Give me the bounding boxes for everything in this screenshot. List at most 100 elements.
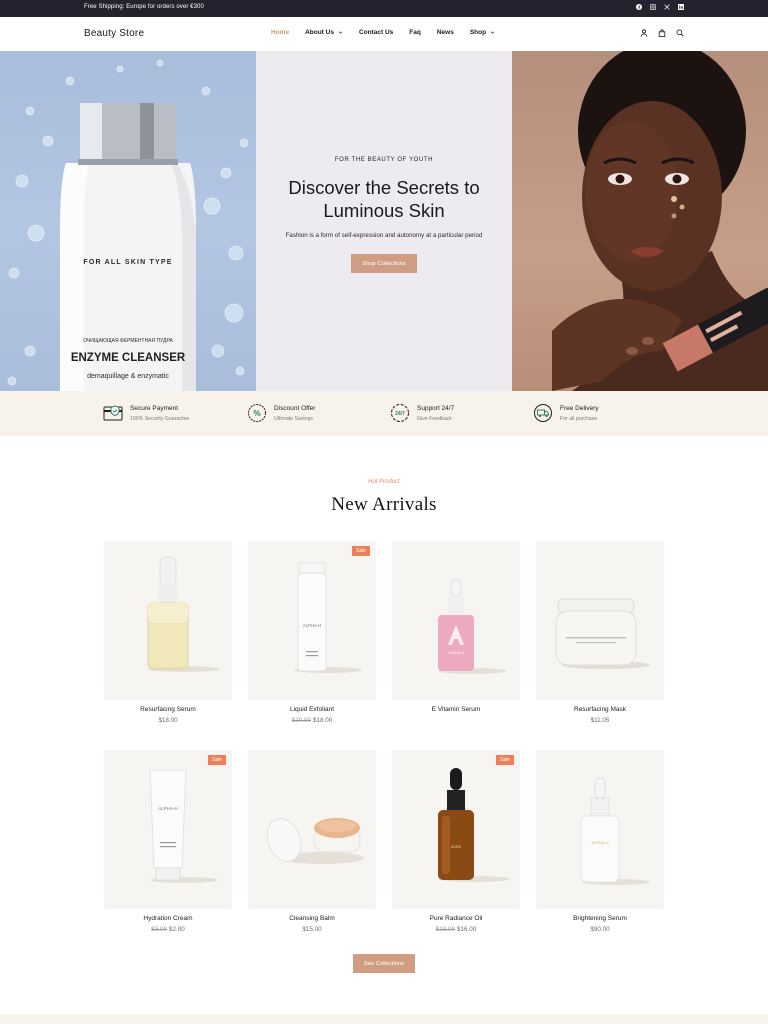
features-strip: Secure Payment 100% Security Guarantee %… bbox=[0, 391, 768, 436]
feature-subtitle: 100% Security Guarantee bbox=[130, 416, 190, 422]
product-name[interactable]: Hydration Cream bbox=[104, 915, 232, 922]
bottle-tagline: FOR ALL SKIN TYPE bbox=[83, 259, 172, 266]
facebook-icon[interactable] bbox=[636, 4, 642, 10]
nav-item-shop[interactable]: Shop bbox=[470, 29, 495, 36]
feature-title: Support 24/7 bbox=[417, 405, 455, 412]
product-name[interactable]: Resurfacing Mask bbox=[536, 706, 664, 713]
product-card[interactable]: ALPHA-H Sale Hydration Cream $3.00 $2.00 bbox=[104, 750, 232, 933]
old-price: $18.00 bbox=[435, 926, 455, 933]
nav-item-label: About Us bbox=[305, 29, 334, 36]
product-card[interactable]: ALPHA-H Sale Liquid Exfoliant $20.00 $18.… bbox=[248, 541, 376, 724]
header-actions bbox=[640, 29, 684, 37]
product-image[interactable]: ALPHA-H bbox=[536, 750, 664, 909]
nav-item-label: Faq bbox=[409, 29, 421, 36]
feature-subtitle: For all purchase bbox=[560, 416, 598, 422]
svg-text:24/7: 24/7 bbox=[395, 411, 405, 417]
chevron-down-icon bbox=[490, 30, 495, 35]
product-image[interactable]: ALPHA-H Sale bbox=[104, 750, 232, 909]
product-card[interactable]: ALPHA-H E Vitamin Serum bbox=[392, 541, 520, 717]
product-name[interactable]: Cleansing Balm bbox=[248, 915, 376, 922]
product-name[interactable]: Resurfacing Serum bbox=[104, 706, 232, 713]
hero-title-line-1: Discover the Secrets to bbox=[288, 177, 480, 198]
feature-free-delivery: Free Delivery For all purchase bbox=[533, 403, 599, 423]
nav-item-contact-us[interactable]: Contact Us bbox=[359, 29, 393, 36]
pump-bottle-illustration: ALPHA-H bbox=[294, 562, 362, 673]
sale-badge: Sale bbox=[352, 546, 370, 556]
nav-item-about-us[interactable]: About Us bbox=[305, 29, 343, 36]
current-price: $18.00 bbox=[313, 717, 333, 724]
nav-item-label: Contact Us bbox=[358, 29, 394, 36]
hero-banner: FOR ALL SKIN TYPE ОЧИЩАЮЩАЯ ФЕРМЕНТНАЯ П… bbox=[0, 51, 768, 391]
product-image[interactable] bbox=[536, 541, 664, 700]
product-name[interactable]: Brightening Serum bbox=[536, 915, 664, 922]
instagram-icon[interactable] bbox=[650, 4, 656, 10]
product-card[interactable]: Resurfacing Serum $18.00 bbox=[104, 541, 232, 724]
x-icon[interactable] bbox=[664, 4, 670, 10]
social-links bbox=[636, 4, 684, 10]
svg-text:ALPHA-H: ALPHA-H bbox=[303, 623, 321, 628]
nav-item-label: Shop bbox=[469, 29, 487, 36]
bag-icon[interactable] bbox=[658, 29, 666, 37]
feature-text: Discount Offer Ultimate Savings bbox=[274, 403, 315, 422]
svg-text:ALPHA-H: ALPHA-H bbox=[448, 651, 464, 655]
current-price: $18.00 bbox=[158, 717, 178, 724]
product-image[interactable] bbox=[248, 750, 376, 909]
secure-payment-icon bbox=[103, 403, 123, 423]
hero-title: Discover the Secrets to Luminous Skin bbox=[256, 176, 512, 222]
shipping-notice: Free Shipping: Europe for orders over €3… bbox=[84, 4, 204, 10]
feature-support: 24/7 Support 24/7 Give Feedback bbox=[390, 403, 454, 423]
pink-dropper-illustration: ALPHA-H bbox=[438, 578, 506, 674]
product-image[interactable]: ALPHA-H Sale bbox=[248, 541, 376, 700]
enzyme-cleanser-bottle-illustration: FOR ALL SKIN TYPE ОЧИЩАЮЩАЯ ФЕРМЕНТНАЯ П… bbox=[7, 59, 249, 391]
amber-oil-bottle-illustration: AURA bbox=[438, 768, 510, 882]
feature-text: Secure Payment 100% Security Guarantee bbox=[130, 403, 189, 422]
jar-illustration bbox=[555, 598, 650, 669]
feature-subtitle: Give Feedback bbox=[417, 416, 452, 422]
product-price: $18.00 $16.00 bbox=[392, 926, 520, 933]
feature-discount-offer: % Discount Offer Ultimate Savings bbox=[247, 403, 315, 423]
search-icon[interactable] bbox=[676, 29, 684, 37]
product-name[interactable]: E Vitamin Serum bbox=[392, 706, 520, 713]
product-name[interactable]: Pure Radiance Oil bbox=[392, 915, 520, 922]
product-card[interactable]: ALPHA-H Brightening Serum $90.00 bbox=[536, 750, 664, 933]
section-eyebrow: Hot Product bbox=[368, 479, 400, 485]
site-logo[interactable]: Beauty Store bbox=[84, 28, 144, 39]
feature-subtitle: Ultimate Savings bbox=[274, 416, 313, 422]
balm-jar-illustration bbox=[266, 818, 364, 864]
product-name[interactable]: Liquid Exfoliant bbox=[248, 706, 376, 713]
svg-text:ALPHA-H: ALPHA-H bbox=[591, 840, 608, 845]
current-price: $2.00 bbox=[169, 926, 185, 933]
sale-badge: Sale bbox=[208, 755, 226, 765]
product-card[interactable]: Resurfacing Mask $11.05 bbox=[536, 541, 664, 724]
product-card[interactable]: AURA Sale Pure Radiance Oil $18.00 $16.00 bbox=[392, 750, 520, 933]
nav-item-home[interactable]: Home bbox=[271, 29, 289, 36]
product-image[interactable]: AURA Sale bbox=[392, 750, 520, 909]
bottle-name: ENZYME CLEANSER bbox=[71, 352, 186, 364]
svg-text:AURA: AURA bbox=[451, 845, 462, 849]
product-price: $3.00 $2.00 bbox=[104, 926, 232, 933]
chevron-down-icon bbox=[338, 30, 343, 35]
see-collections-button[interactable]: See Collections bbox=[353, 954, 415, 973]
feature-secure-payment: Secure Payment 100% Security Guarantee bbox=[103, 403, 189, 423]
hero-product-image: FOR ALL SKIN TYPE ОЧИЩАЮЩАЯ ФЕРМЕНТНАЯ П… bbox=[0, 51, 256, 391]
white-dropper-illustration: ALPHA-H bbox=[580, 777, 650, 885]
shop-collections-button[interactable]: Shop Collections bbox=[351, 254, 417, 273]
cream-tube-illustration: ALPHA-H bbox=[149, 769, 218, 883]
product-image[interactable] bbox=[104, 541, 232, 700]
product-price: $15.00 bbox=[248, 926, 376, 933]
nav-item-label: News bbox=[436, 29, 454, 36]
user-icon[interactable] bbox=[640, 29, 648, 37]
top-bar: Free Shipping: Europe for orders over €3… bbox=[0, 0, 768, 17]
nav-item-news[interactable]: News bbox=[437, 29, 454, 36]
bottle-cyrillic: ОЧИЩАЮЩАЯ ФЕРМЕНТНАЯ ПУДРА bbox=[83, 338, 173, 344]
nav-item-faq[interactable]: Faq bbox=[409, 29, 421, 36]
sale-badge: Sale bbox=[496, 755, 514, 765]
linkedin-icon[interactable] bbox=[678, 4, 684, 10]
main-nav: Home About Us Contact Us Faq News Shop bbox=[271, 29, 495, 36]
product-card[interactable]: Cleansing Balm $15.00 bbox=[248, 750, 376, 933]
hero-eyebrow: FOR THE BEAUTY OF YOUTH bbox=[334, 157, 434, 163]
feature-title: Free Delivery bbox=[560, 405, 599, 412]
product-image[interactable]: ALPHA-H bbox=[392, 541, 520, 700]
svg-text:%: % bbox=[253, 409, 260, 418]
hero-content: FOR THE BEAUTY OF YOUTH Discover the Sec… bbox=[256, 51, 512, 391]
